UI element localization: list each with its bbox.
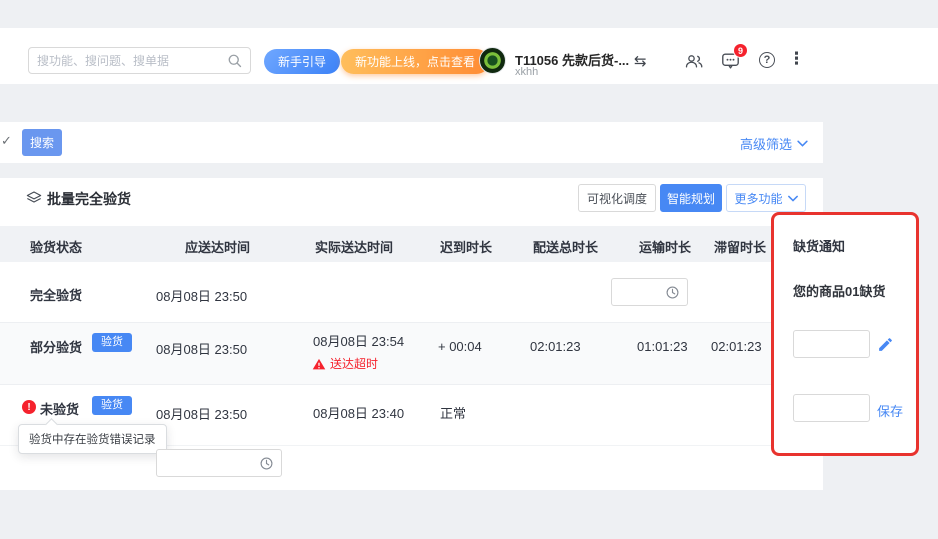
error-tooltip: 验货中存在验货错误记录	[18, 424, 167, 454]
row2-expected: 08月08日 23:50	[156, 339, 247, 358]
notice-input-1-field[interactable]	[801, 337, 862, 351]
message-badge: 9	[733, 43, 748, 58]
bottom-time-input[interactable]	[156, 449, 282, 477]
row1-time-input[interactable]	[611, 278, 688, 306]
row2-total: 02:01:23	[530, 339, 581, 354]
row2-late: + 00:04	[438, 339, 482, 354]
search-icon	[227, 53, 242, 68]
check-mark: ✓	[1, 133, 12, 149]
col-header-stay: 滞留时长	[714, 237, 766, 256]
app-window: 新手引导 新功能上线，点击查看 T11056 先款后货-... xkhh ⇆ 9…	[0, 0, 938, 539]
row3-expected: 08月08日 23:50	[156, 404, 247, 423]
contacts-icon[interactable]	[684, 53, 704, 74]
clock-icon	[259, 456, 274, 471]
row2-overdue-warning: 送达超时	[312, 355, 378, 372]
col-header-actual: 实际送达时间	[315, 237, 393, 256]
row1-expected: 08月08日 23:50	[156, 286, 247, 305]
new-feature-promo-button[interactable]: 新功能上线，点击查看	[341, 49, 489, 74]
row-divider	[0, 384, 823, 385]
smart-plan-button[interactable]: 智能规划	[660, 184, 722, 212]
row3-late: 正常	[440, 403, 466, 422]
search-button[interactable]: 搜索	[22, 129, 62, 156]
more-functions-label: 更多功能	[734, 190, 782, 207]
search-input[interactable]	[37, 54, 221, 68]
notice-input-2[interactable]	[793, 394, 870, 422]
help-icon[interactable]: ?	[759, 52, 775, 68]
global-search-box[interactable]	[28, 47, 251, 74]
row3-status: 未验货	[40, 399, 79, 418]
layers-icon	[26, 190, 42, 211]
row2-stay: 02:01:23	[711, 339, 762, 354]
row1-time-input-field[interactable]	[619, 285, 665, 299]
col-header-transport: 运输时长	[639, 237, 691, 256]
col-header-status: 验货状态	[30, 237, 82, 256]
table-header-row	[0, 226, 823, 262]
row1-status: 完全验货	[30, 285, 82, 304]
chevron-down-icon	[797, 140, 808, 147]
clock-icon	[665, 285, 680, 300]
col-header-late: 迟到时长	[440, 237, 492, 256]
switch-account-icon[interactable]: ⇆	[634, 52, 647, 70]
notice-input-1[interactable]	[793, 330, 870, 358]
row2-actual: 08月08日 23:54	[313, 331, 404, 350]
row3-actual: 08月08日 23:40	[313, 403, 404, 422]
more-menu-icon[interactable]: ⋮	[788, 49, 805, 69]
avatar[interactable]	[479, 47, 506, 74]
notice-input-2-field[interactable]	[801, 401, 862, 415]
save-link[interactable]: 保存	[877, 401, 903, 420]
row2-status: 部分验货	[30, 337, 82, 356]
error-indicator-icon[interactable]: !	[22, 400, 36, 414]
warning-triangle-icon	[312, 358, 326, 370]
account-subname: xkhh	[515, 66, 538, 78]
stockout-message: 您的商品01缺货	[793, 281, 885, 300]
table-row-stripe	[0, 322, 823, 384]
newbie-guide-button[interactable]: 新手引导	[264, 49, 340, 74]
more-functions-button[interactable]: 更多功能	[726, 184, 806, 212]
row3-inspect-button[interactable]: 验货	[92, 396, 132, 415]
bottom-time-input-field[interactable]	[164, 456, 259, 470]
col-header-expected: 应送达时间	[185, 237, 250, 256]
row-divider	[0, 322, 823, 323]
row2-warning-label: 送达超时	[330, 355, 378, 372]
edit-pencil-icon[interactable]	[877, 336, 894, 358]
section-title: 批量完全验货	[47, 189, 131, 209]
notice-panel-title: 缺货通知	[793, 236, 845, 255]
filter-bar	[0, 122, 823, 163]
chevron-down-icon	[788, 195, 798, 202]
visual-dispatch-button[interactable]: 可视化调度	[578, 184, 656, 212]
col-header-total: 配送总时长	[533, 237, 598, 256]
row2-transport: 01:01:23	[637, 339, 688, 354]
row2-inspect-button[interactable]: 验货	[92, 333, 132, 352]
advanced-filter-link[interactable]: 高级筛选	[740, 134, 808, 153]
advanced-filter-label: 高级筛选	[740, 134, 792, 153]
